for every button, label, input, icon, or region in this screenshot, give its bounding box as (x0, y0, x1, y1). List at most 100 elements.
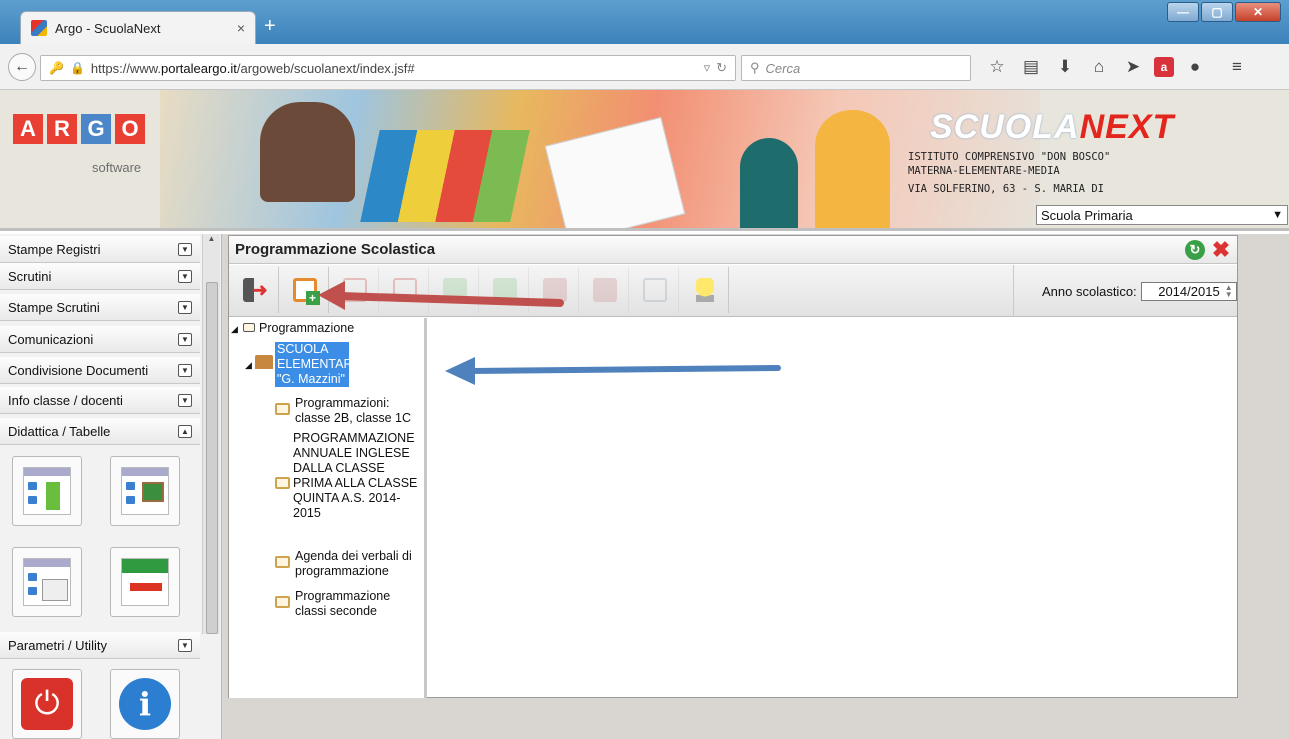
refresh-icon[interactable]: ↻ (1185, 239, 1205, 260)
bookmark-star-icon[interactable]: ☆ (984, 55, 1010, 79)
folder-icon (275, 477, 290, 489)
scuolanext-brand: SCUOLANEXT (930, 108, 1175, 146)
panel-title: Programmazione Scolastica (235, 241, 436, 258)
school-building-icon (255, 355, 273, 369)
check-icon (392, 278, 417, 302)
menu-icon[interactable]: ≡ (1224, 55, 1250, 79)
school-info: ISTITUTO COMPRENSIVO "DON BOSCO" MATERNA… (908, 150, 1208, 196)
check-button[interactable] (381, 267, 429, 313)
folder-icon (275, 403, 290, 415)
calendar-board-icon (121, 467, 169, 515)
programmazione-tile[interactable] (12, 456, 82, 526)
tree-node-inglese[interactable]: PROGRAMMAZIONE ANNUALE INGLESE DALLA CLA… (293, 431, 427, 521)
exit-button[interactable]: ➜ (231, 267, 279, 313)
sidebar-scrollbar[interactable]: ▲ (202, 234, 220, 634)
logout-tile[interactable]: ⏻ (12, 669, 82, 739)
reload-icon[interactable]: ↻ (716, 60, 727, 76)
new-programmazione-button[interactable]: + (281, 267, 329, 313)
school-address: VIA SOLFERINO, 63 - S. MARIA DI (908, 183, 1104, 195)
chevron-down-icon: ▼ (178, 242, 192, 256)
chevron-down-icon: ▼ (178, 363, 192, 377)
maximize-button[interactable]: ▢ (1201, 2, 1233, 22)
addon-icon[interactable]: a (1154, 57, 1174, 77)
chat-icon[interactable]: ● (1182, 55, 1208, 79)
edit-button[interactable] (331, 267, 379, 313)
menu-stampe-scrutini[interactable]: Stampe Scrutini ▼ (0, 294, 200, 321)
menu-info-classe-docenti[interactable]: Info classe / docenti ▼ (0, 387, 200, 414)
person-illustration-2 (815, 110, 890, 228)
tab-close-icon[interactable]: × (237, 20, 245, 36)
home-icon[interactable]: ⌂ (1086, 55, 1112, 79)
scrollbar-thumb[interactable] (206, 282, 218, 634)
close-panel-icon[interactable]: ✖ (1211, 237, 1231, 262)
argo-logo: A R G O (13, 114, 145, 144)
school-name: ISTITUTO COMPRENSIVO "DON BOSCO" (908, 151, 1111, 163)
edit-icon (342, 278, 367, 302)
tree-pane: ◢ Programmazione ◢ SCUOLA ELEMENTARE "G.… (229, 318, 427, 698)
tree-root[interactable]: Programmazione (259, 321, 354, 336)
minimize-button[interactable]: — (1167, 2, 1199, 22)
scroll-up-icon[interactable]: ▲ (203, 234, 220, 243)
menu-didattica-tabelle[interactable]: Didattica / Tabelle ▲ (0, 418, 200, 445)
tree-node-classi-seconde[interactable]: Programmazione classi seconde (295, 589, 421, 619)
downloads-icon[interactable]: ⬇ (1052, 55, 1078, 79)
close-window-button[interactable]: ✕ (1235, 2, 1281, 22)
calendar-book-icon (23, 467, 71, 515)
dropdown-history-icon[interactable]: ▿ (704, 60, 711, 76)
navigation-bar: ← 🔑 🔒 https://www.portaleargo.it/argoweb… (0, 44, 1289, 90)
school-type: MATERNA-ELEMENTARE-MEDIA (908, 165, 1060, 177)
pencil-icon (492, 278, 517, 302)
school-level-select[interactable]: Scuola Primaria ▼ (1036, 205, 1288, 225)
tree-node-programmazioni[interactable]: Programmazioni: classe 2B, classe 1C (295, 396, 421, 426)
info-icon: i (119, 678, 171, 730)
menu-comunicazioni[interactable]: Comunicazioni ▼ (0, 326, 200, 353)
calendar-green-icon (121, 558, 169, 606)
pdf-button[interactable] (581, 267, 629, 313)
info-tile[interactable]: i (110, 669, 180, 739)
documenti-tile[interactable] (12, 547, 82, 617)
new-tab-button[interactable]: + (264, 16, 276, 36)
window-controls: — ▢ ✕ (1167, 2, 1281, 22)
url-bar[interactable]: 🔑 🔒 https://www.portaleargo.it/argoweb/s… (40, 55, 736, 81)
menu-condivisione-documenti[interactable]: Condivisione Documenti ▼ (0, 357, 200, 384)
url-text: https://www.portaleargo.it/argoweb/scuol… (90, 60, 415, 76)
argo-favicon-icon (31, 20, 47, 36)
folder-icon (243, 323, 255, 332)
add-button[interactable] (431, 267, 479, 313)
browser-tab[interactable]: Argo - ScuolaNext × (20, 11, 256, 44)
chevron-down-icon: ▼ (178, 332, 192, 346)
modify-button[interactable] (481, 267, 529, 313)
menu-parametri-utility[interactable]: Parametri / Utility ▼ (0, 632, 200, 659)
tab-title: Argo - ScuolaNext (55, 20, 161, 36)
panel-toolbar: ➜ + Anno scolastico: 2014/2015 ▲ ▼ (229, 265, 1237, 317)
anno-scolastico-spinner[interactable]: 2014/2015 ▲ ▼ (1140, 281, 1237, 301)
lock-icon: 🔒 (69, 61, 85, 75)
search-bar[interactable]: ⚲ Cerca (741, 55, 971, 81)
tree-node-agenda[interactable]: Agenda dei verbali di programmazione (295, 549, 421, 579)
header-banner: A R G O software SCUOLANEXT ISTITUTO COM… (0, 90, 1289, 231)
lavagna-tile[interactable] (110, 456, 180, 526)
tree-collapse-icon[interactable]: ◢ (231, 322, 238, 337)
anno-label: Anno scolastico: (1042, 283, 1137, 299)
panel-header: Programmazione Scolastica ↻ ✖ (229, 236, 1237, 264)
tree-node-school[interactable]: SCUOLA ELEMENTARE "G. Mazzini" (275, 342, 361, 387)
title-bar: Argo - ScuolaNext × + — ▢ ✕ (0, 0, 1289, 44)
send-icon[interactable]: ➤ (1120, 55, 1146, 79)
pdf-icon (592, 278, 617, 302)
reading-list-icon[interactable]: ▤ (1018, 55, 1044, 79)
new-folder-icon: + (292, 278, 320, 305)
anno-scolastico-field: Anno scolastico: 2014/2015 ▲ ▼ (1013, 265, 1237, 317)
back-button[interactable]: ← (8, 53, 36, 81)
chevron-down-icon: ▼ (178, 393, 192, 407)
spinner-arrows-icon[interactable]: ▲ ▼ (1223, 283, 1235, 299)
attach-button[interactable] (631, 267, 679, 313)
delete-button[interactable] (531, 267, 579, 313)
help-tip-button[interactable] (681, 267, 729, 313)
search-icon: ⚲ (750, 60, 760, 75)
menu-scrutini[interactable]: Scrutini ▼ (0, 263, 200, 290)
panel-header-icons: ↻ ✖ (1185, 237, 1231, 262)
calendario-tile[interactable] (110, 547, 180, 617)
tree-collapse-icon[interactable]: ◢ (245, 358, 252, 373)
folder-icon (275, 556, 290, 568)
menu-stampe-registri[interactable]: Stampe Registri ▼ (0, 236, 200, 263)
